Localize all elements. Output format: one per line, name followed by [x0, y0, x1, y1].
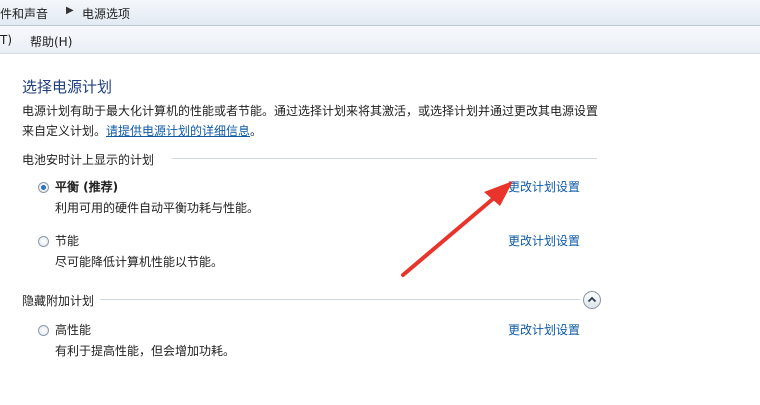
annotation-arrow-icon	[401, 181, 513, 277]
